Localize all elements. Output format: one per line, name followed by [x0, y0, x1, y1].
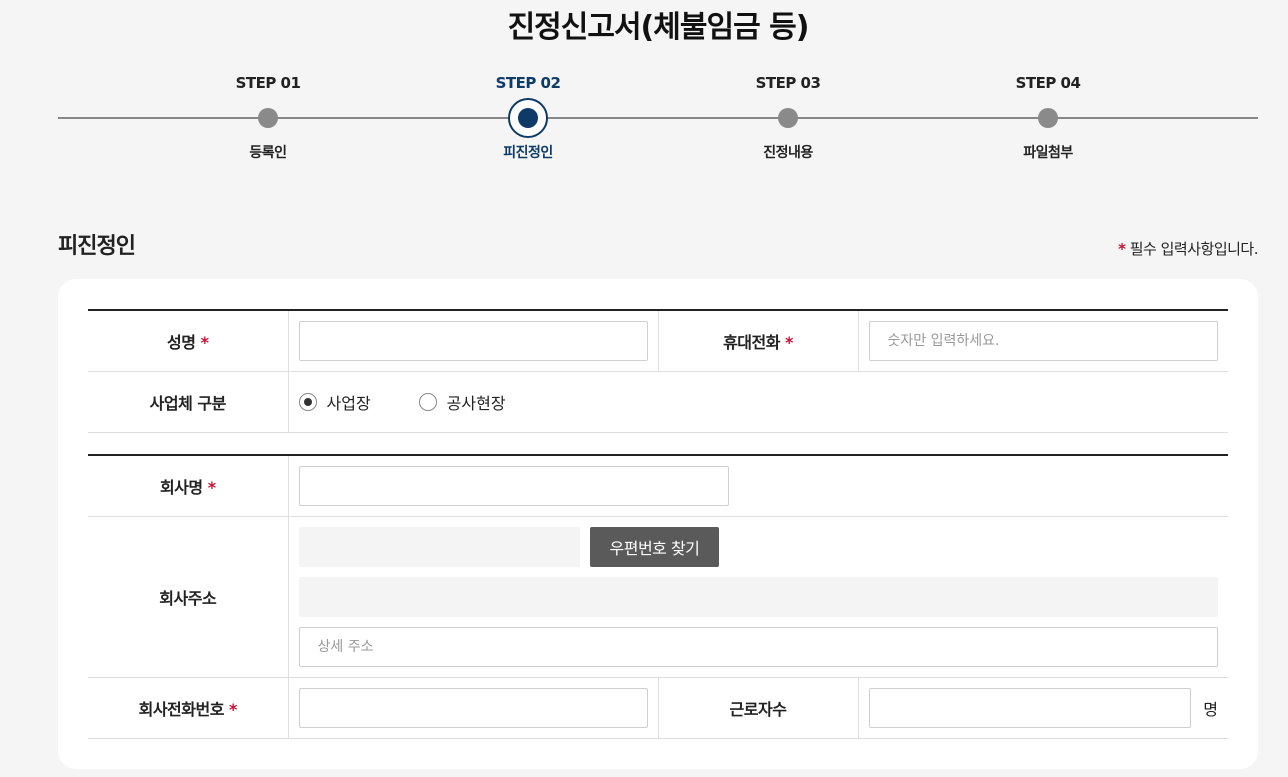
step-dot-active — [508, 98, 548, 138]
step-name: 진정내용 — [763, 145, 813, 161]
step-name: 파일첨부 — [1023, 145, 1073, 161]
radio-unchecked-icon[interactable] — [418, 392, 437, 411]
company-address-label: 회사주소 — [88, 516, 289, 678]
workers-count-input[interactable] — [868, 687, 1192, 728]
step-4: STEP 04 파일첨부 — [978, 70, 1118, 162]
page-title: 진정신고서(체불임금 등) — [507, 10, 810, 45]
table-row: 사업체 구분 사업장 공사현장 — [88, 371, 1228, 433]
company-info-table: 회사명 * 회사주소 우편번호 찾기 회사전화번호 * 근로자수 명 — [88, 454, 1229, 739]
company-phone-label: 회사전화번호 * — [88, 677, 289, 739]
mobile-label: 휴대전화 * — [658, 310, 859, 372]
required-note: * 필수 입력사항입니다. — [1118, 238, 1258, 259]
table-row: 회사주소 우편번호 찾기 — [88, 516, 1229, 678]
step-dot — [1038, 108, 1058, 128]
company-name-label: 회사명 * — [88, 455, 289, 517]
radio-label: 사업장 — [326, 393, 371, 413]
address-input[interactable] — [298, 576, 1218, 617]
table-row: 회사전화번호 * 근로자수 명 — [88, 677, 1229, 739]
step-number: STEP 04 — [1015, 74, 1081, 92]
section-title: 피진정인 — [58, 234, 136, 259]
business-type-label: 사업체 구분 — [88, 371, 289, 433]
mobile-input[interactable] — [868, 320, 1218, 361]
table-row: 회사명 * — [88, 455, 1229, 517]
workers-count-label: 근로자수 — [658, 677, 859, 739]
step-1: STEP 01 등록인 — [198, 70, 338, 162]
step-name: 등록인 — [249, 145, 287, 161]
business-type-radio-group: 사업장 공사현장 — [298, 372, 1219, 432]
company-phone-input[interactable] — [298, 687, 648, 728]
radio-workplace[interactable]: 사업장 — [298, 390, 371, 414]
step-2: STEP 02 피진정인 — [458, 70, 598, 162]
form-card: 성명 * 휴대전화 * 사업체 구분 사업장 공사현장 — [58, 279, 1258, 769]
address-detail-input[interactable] — [298, 626, 1218, 667]
step-number: STEP 02 — [495, 74, 561, 92]
required-star: * — [207, 477, 216, 497]
required-star: * — [785, 332, 793, 352]
radio-label: 공사현장 — [446, 393, 506, 413]
step-number: STEP 03 — [755, 74, 821, 92]
required-note-text: 필수 입력사항입니다. — [1125, 240, 1259, 258]
step-name: 피진정인 — [503, 145, 553, 161]
step-dot — [778, 108, 798, 128]
zipcode-input[interactable] — [298, 526, 580, 567]
respondent-info-table: 성명 * 휴대전화 * 사업체 구분 사업장 공사현장 — [88, 309, 1228, 433]
find-zipcode-button[interactable]: 우편번호 찾기 — [589, 526, 720, 567]
progress-stepper: STEP 01 등록인 STEP 02 피진정인 STEP 03 진정내용 ST… — [58, 70, 1258, 170]
table-row: 성명 * 휴대전화 * — [88, 310, 1228, 372]
step-number: STEP 01 — [235, 74, 301, 92]
step-dot — [258, 108, 278, 128]
name-input[interactable] — [298, 320, 648, 361]
radio-checked-icon[interactable] — [298, 392, 317, 411]
required-star: * — [229, 699, 237, 719]
name-label: 성명 * — [88, 310, 289, 372]
required-star: * — [200, 332, 209, 352]
workers-unit: 명 — [1203, 699, 1219, 719]
company-name-input[interactable] — [298, 465, 729, 506]
radio-construction-site[interactable]: 공사현장 — [418, 390, 506, 414]
step-3: STEP 03 진정내용 — [718, 70, 858, 162]
